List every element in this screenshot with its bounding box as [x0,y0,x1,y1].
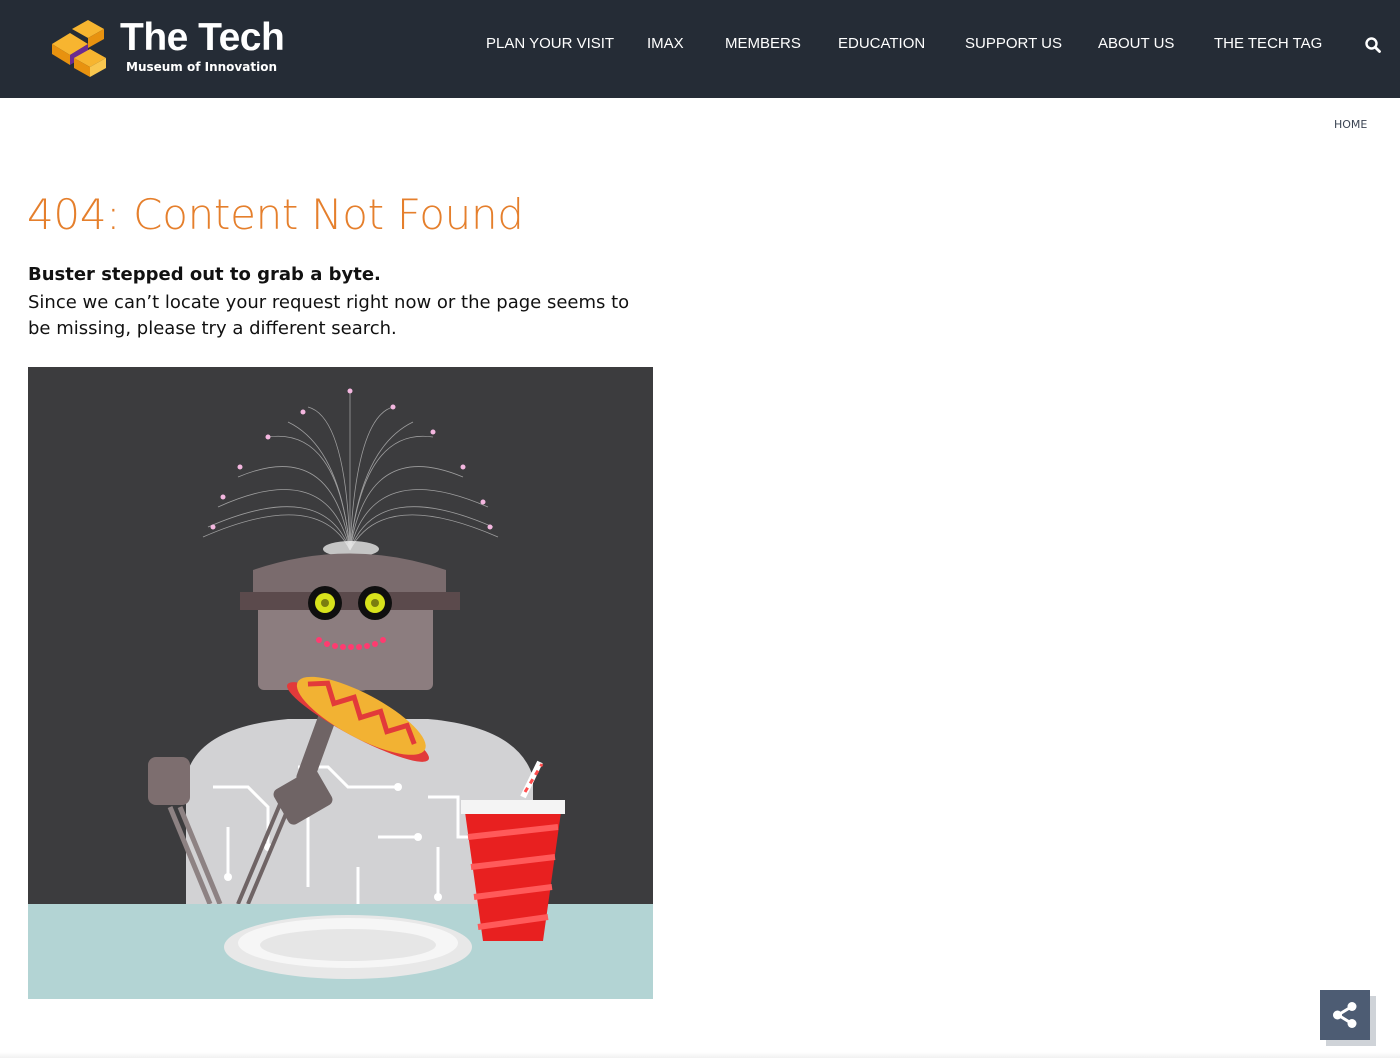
share-button[interactable] [1320,990,1370,1040]
logo-title: The Tech [120,16,285,59]
search-button[interactable] [1364,36,1382,54]
footer-edge [0,1052,1400,1058]
breadcrumb-home[interactable]: HOME [1334,118,1367,131]
share-icon [1333,1002,1357,1028]
site-header: The Tech Museum of Innovation PLAN YOUR … [0,0,1400,98]
body-text: Since we can’t locate your request right… [28,292,630,339]
search-icon [1365,37,1381,53]
nav-plan-your-visit[interactable]: PLAN YOUR VISIT [486,35,614,52]
nav-the-tech-tag[interactable]: THE TECH TAG [1214,35,1322,52]
nav-imax[interactable]: IMAX [647,35,684,52]
nav-about-us[interactable]: ABOUT US [1098,35,1174,52]
lead-text: Buster stepped out to grab a byte. [28,264,381,285]
site-logo[interactable]: The Tech Museum of Innovation [50,16,285,78]
page-title: 404: Content Not Found [27,190,524,239]
logo-subtitle: Museum of Innovation [126,60,277,74]
robot-eating-hotdog-illustration [28,367,653,999]
nav-education[interactable]: EDUCATION [838,35,925,52]
nav-members[interactable]: MEMBERS [725,35,801,52]
nav-support-us[interactable]: SUPPORT US [965,35,1062,52]
tech-logo-icon [52,20,106,77]
